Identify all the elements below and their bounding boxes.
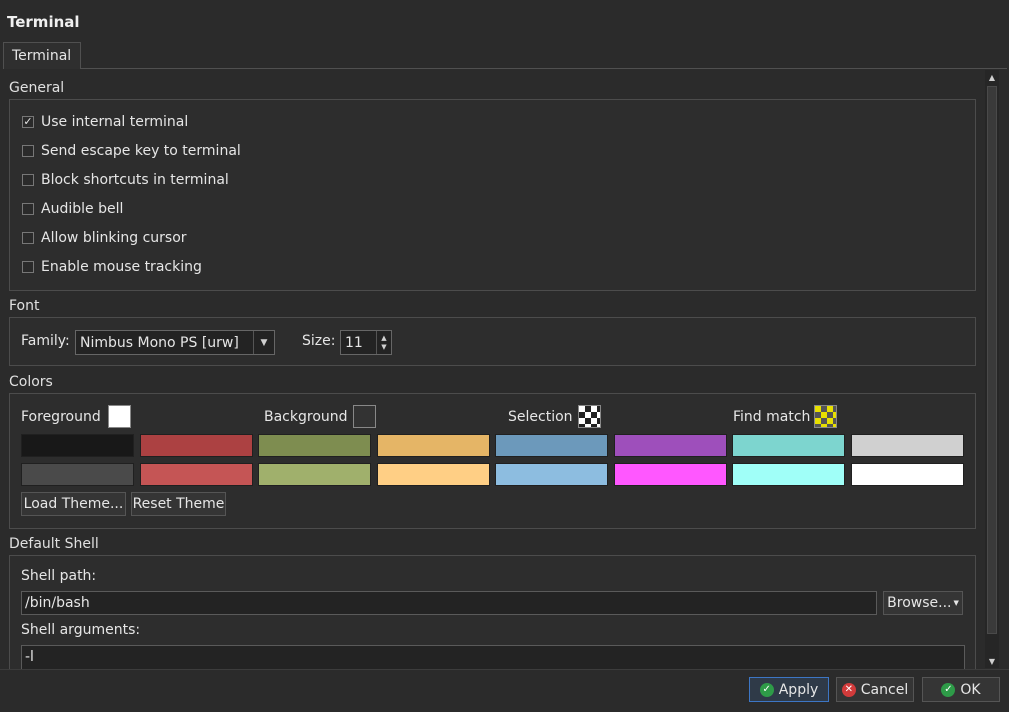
check-icon: ✓ [759,682,774,697]
selection-label: Selection [508,409,573,425]
mouse-tracking-checkbox[interactable]: Enable mouse tracking [22,257,202,277]
shell-path-input[interactable]: /bin/bash [21,591,877,615]
shell-arguments-input[interactable]: -l [21,645,965,670]
audible-bell-checkbox[interactable]: Audible bell [22,199,123,219]
tab-terminal[interactable]: Terminal [3,42,81,69]
checkbox-box[interactable]: ✓ [22,116,34,128]
palette-color-swatch[interactable] [139,463,253,486]
checkbox-label: Enable mouse tracking [41,259,202,275]
checkbox-label: Block shortcuts in terminal [41,172,229,188]
use-internal-terminal-checkbox[interactable]: ✓ Use internal terminal [22,112,188,132]
palette-color-swatch[interactable] [21,463,134,486]
load-theme-button[interactable]: Load Theme... [21,492,126,516]
palette-color-swatch[interactable] [495,463,608,486]
palette-color-swatch[interactable] [258,434,371,457]
find-match-color-swatch[interactable] [814,405,837,428]
checkbox-box[interactable] [22,145,34,157]
checkbox-box[interactable] [22,203,34,215]
tab-divider [81,68,1007,69]
check-icon: ✓ [941,682,956,697]
font-family-value: Nimbus Mono PS [urw] [80,335,239,351]
scrollbar-thumb[interactable] [987,86,997,634]
general-group: ✓ Use internal terminal Send escape key … [9,99,976,291]
palette-color-swatch[interactable] [850,434,964,457]
checkbox-label: Audible bell [41,201,124,217]
font-size-value: 11 [345,335,363,351]
font-size-spinbox[interactable]: 11 ▲ ▼ [340,330,392,355]
font-section-title: Font [9,298,40,314]
shell-arguments-label: Shell arguments: [21,622,141,638]
tab-label: Terminal [12,48,72,64]
checkbox-box[interactable] [22,261,34,273]
checkbox-box[interactable] [22,232,34,244]
shell-section-title: Default Shell [9,536,99,552]
palette-color-swatch[interactable] [732,463,845,486]
background-color-swatch[interactable] [353,405,376,428]
checkbox-label: Send escape key to terminal [41,143,241,159]
font-family-label: Family: [21,333,70,349]
palette-color-swatch[interactable] [850,463,964,486]
palette-color-swatch[interactable] [376,463,490,486]
cancel-label: Cancel [860,681,909,698]
scroll-up-icon[interactable]: ▲ [985,70,999,84]
scroll-down-icon[interactable]: ▼ [985,654,999,668]
colors-section-title: Colors [9,374,53,390]
shell-group: Shell path: /bin/bash Browse... ▼ Shell … [9,555,976,670]
palette-color-swatch[interactable] [258,463,371,486]
chevron-down-icon: ▼ [953,599,959,607]
page-title: Terminal [7,13,80,31]
send-escape-key-checkbox[interactable]: Send escape key to terminal [22,141,241,161]
palette-color-swatch[interactable] [139,434,253,457]
font-family-combobox[interactable]: Nimbus Mono PS [urw] ▼ [75,330,275,355]
spin-arrows-icon[interactable]: ▲ ▼ [376,331,391,354]
block-shortcuts-checkbox[interactable]: Block shortcuts in terminal [22,170,229,190]
checkbox-label: Use internal terminal [41,114,189,130]
palette-color-swatch[interactable] [613,463,727,486]
background-label: Background [264,409,348,425]
browse-button[interactable]: Browse... ▼ [883,591,963,615]
ok-label: OK [960,681,981,698]
find-match-label: Find match [733,409,811,425]
reset-theme-button[interactable]: Reset Theme [131,492,226,516]
selection-color-swatch[interactable] [578,405,601,428]
blinking-cursor-checkbox[interactable]: Allow blinking cursor [22,228,187,248]
apply-label: Apply [778,681,819,698]
cancel-button[interactable]: ✕ Cancel [836,677,914,702]
checkbox-label: Allow blinking cursor [41,230,187,246]
font-group: Family: Nimbus Mono PS [urw] ▼ Size: 11 … [9,317,976,366]
apply-button[interactable]: ✓ Apply [749,677,829,702]
palette-color-swatch[interactable] [376,434,490,457]
shell-path-value: /bin/bash [25,595,90,611]
cancel-icon: ✕ [841,682,856,697]
foreground-label: Foreground [21,409,101,425]
browse-label: Browse... [887,595,952,611]
general-section-title: General [9,80,65,96]
shell-arguments-value: -l [25,649,34,665]
palette-color-swatch[interactable] [495,434,608,457]
chevron-down-icon[interactable]: ▼ [253,331,274,354]
palette-color-swatch[interactable] [21,434,134,457]
colors-group: Foreground Background Selection Find mat… [9,393,976,529]
checkbox-box[interactable] [22,174,34,186]
shell-path-label: Shell path: [21,568,97,584]
vertical-scrollbar[interactable]: ▲ ▼ [985,70,999,668]
ok-button[interactable]: ✓ OK [922,677,1000,702]
foreground-color-swatch[interactable] [108,405,131,428]
palette-color-swatch[interactable] [732,434,845,457]
footer-divider [0,669,1009,670]
palette-color-swatch[interactable] [613,434,727,457]
font-size-label: Size: [302,333,336,349]
